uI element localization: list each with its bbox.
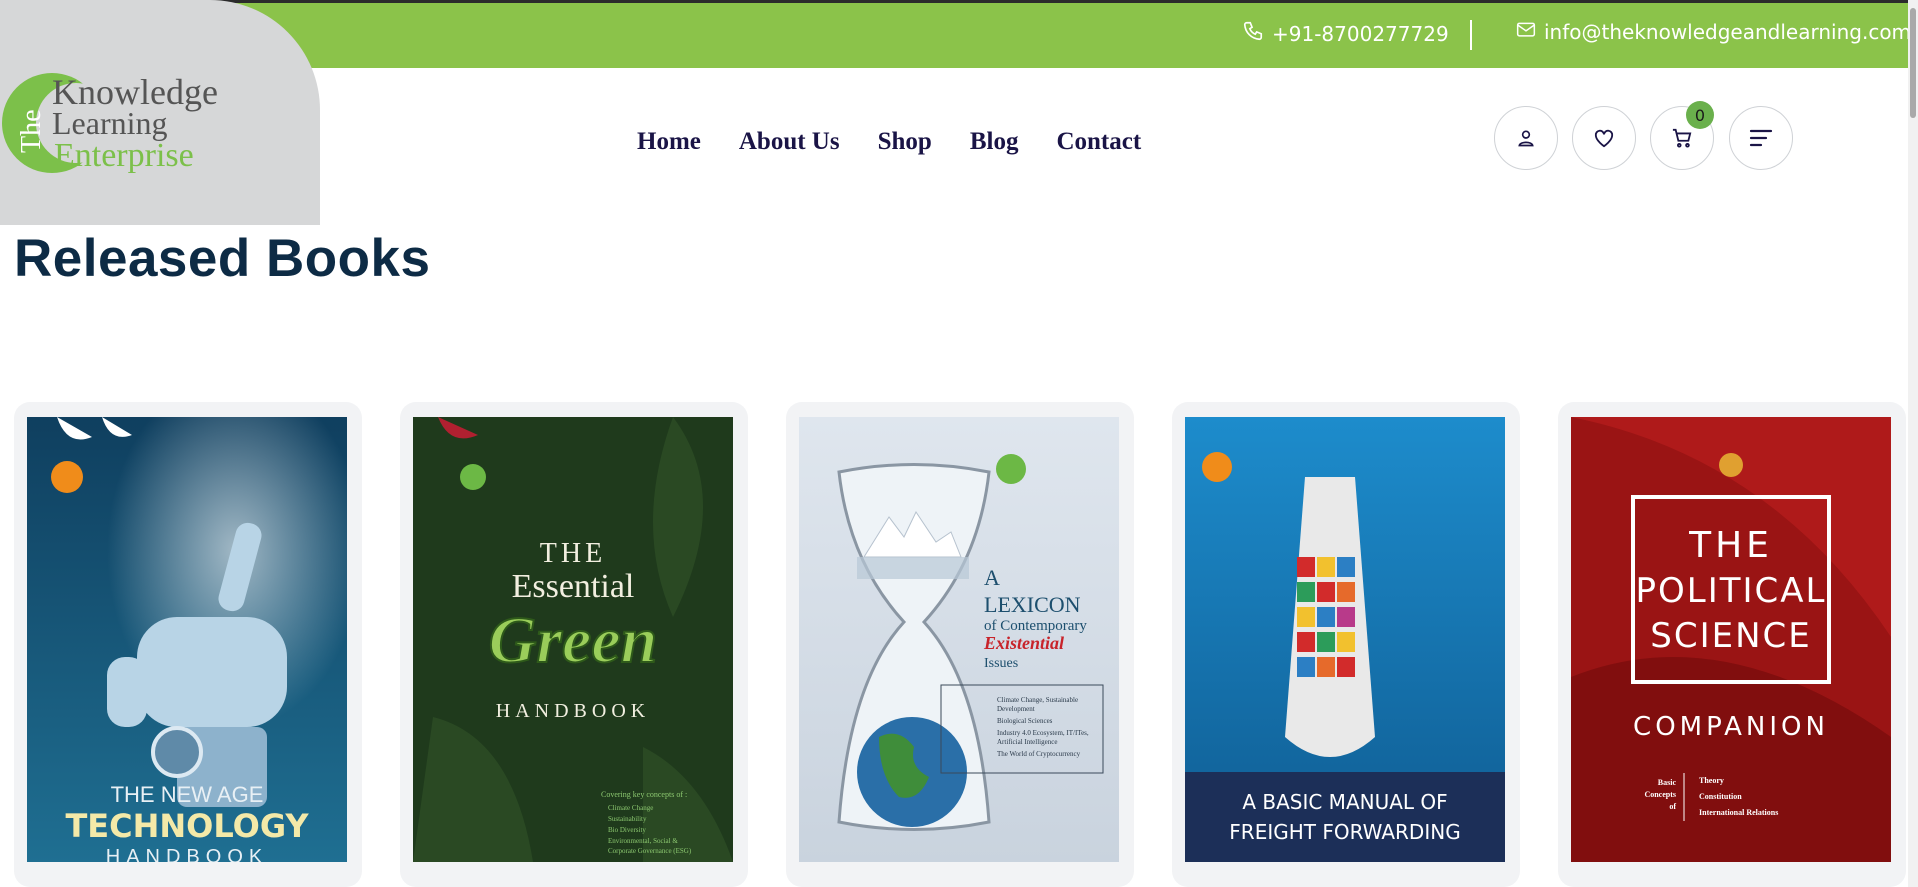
nav-shop[interactable]: Shop [878, 128, 932, 156]
svg-text:LEXICON: LEXICON [984, 592, 1081, 617]
book-card-4[interactable]: A BASIC MANUAL OF FREIGHT FORWARDING [1172, 402, 1520, 887]
menu-icon [1749, 129, 1773, 147]
svg-text:FREIGHT FORWARDING: FREIGHT FORWARDING [1229, 820, 1460, 844]
account-button[interactable] [1494, 106, 1558, 170]
svg-text:COMPANION: COMPANION [1633, 712, 1829, 742]
svg-text:Bio Diversity: Bio Diversity [608, 826, 646, 834]
svg-text:HANDBOOK: HANDBOOK [106, 846, 268, 862]
svg-text:THE: THE [540, 538, 606, 569]
book-cover-2[interactable]: THE Essential Green HANDBOOK Covering ke… [413, 417, 733, 862]
svg-text:The World of Cryptocurrency: The World of Cryptocurrency [997, 750, 1081, 758]
wishlist-button[interactable] [1572, 106, 1636, 170]
cart-count-badge: 0 [1686, 101, 1714, 129]
svg-text:Learning: Learning [52, 105, 168, 141]
svg-text:SCIENCE: SCIENCE [1650, 616, 1812, 656]
phone-contact[interactable]: +91-8700277729 [1242, 20, 1449, 47]
svg-text:Industry 4.0 Ecosystem, IT/ITe: Industry 4.0 Ecosystem, IT/ITes, [997, 729, 1089, 737]
nav-home[interactable]: Home [637, 128, 701, 156]
svg-text:Development: Development [997, 705, 1035, 713]
svg-text:Existential: Existential [983, 633, 1064, 653]
user-icon [1518, 130, 1534, 147]
main-nav: Home About Us Shop Blog Contact [637, 128, 1141, 156]
nav-blog[interactable]: Blog [970, 128, 1019, 156]
svg-text:Sustainability: Sustainability [608, 815, 647, 823]
svg-text:Biological Sciences: Biological Sciences [997, 717, 1053, 725]
svg-text:Green: Green [489, 604, 658, 677]
svg-text:A BASIC MANUAL OF: A BASIC MANUAL OF [1242, 790, 1447, 814]
svg-text:of Contemporary: of Contemporary [984, 618, 1087, 634]
email-address: info@theknowledgeandlearning.com [1544, 20, 1912, 44]
svg-text:Environmental, Social &: Environmental, Social & [608, 837, 678, 845]
nav-about-us[interactable]: About Us [739, 128, 840, 156]
svg-text:THE: THE [1688, 525, 1773, 566]
book-cover-5[interactable]: THE POLITICAL SCIENCE COMPANION Basic Co… [1571, 417, 1891, 862]
heart-icon [1594, 129, 1614, 148]
svg-text:Essential: Essential [512, 568, 635, 605]
email-contact[interactable]: info@theknowledgeandlearning.com [1516, 20, 1911, 44]
svg-text:Enterprise: Enterprise [54, 137, 194, 174]
scrollbar-thumb[interactable] [1910, 8, 1916, 118]
phone-number: +91-8700277729 [1272, 21, 1449, 46]
book-cover-4[interactable]: A BASIC MANUAL OF FREIGHT FORWARDING [1185, 417, 1505, 862]
page-scrollbar[interactable] [1908, 0, 1918, 887]
menu-button[interactable] [1729, 106, 1793, 170]
nav-contact[interactable]: Contact [1056, 128, 1141, 156]
page-title: Released Books [14, 229, 431, 288]
svg-text:of: of [1669, 802, 1676, 811]
svg-text:The: The [16, 109, 47, 153]
svg-text:Climate Change, Sustainable: Climate Change, Sustainable [997, 696, 1078, 704]
svg-text:Theory: Theory [1699, 776, 1724, 785]
svg-text:Climate Change: Climate Change [608, 804, 653, 812]
svg-text:Basic: Basic [1658, 778, 1677, 787]
book-card-3[interactable]: A LEXICON of Contemporary Existential Is… [786, 402, 1134, 887]
svg-text:Artificial Intelligence: Artificial Intelligence [997, 738, 1057, 746]
book-card-2[interactable]: THE Essential Green HANDBOOK Covering ke… [400, 402, 748, 887]
cart-icon [1672, 128, 1692, 148]
svg-text:Corporate Governance (ESG): Corporate Governance (ESG) [608, 847, 692, 855]
svg-text:Covering key concepts of :: Covering key concepts of : [601, 790, 687, 799]
svg-text:POLITICAL: POLITICAL [1636, 571, 1827, 611]
svg-text:Issues: Issues [984, 656, 1018, 671]
site-logo[interactable]: The Knowledge Learning Enterprise [2, 68, 232, 188]
svg-text:Constitution: Constitution [1699, 792, 1742, 801]
svg-text:THE NEW AGE: THE NEW AGE [111, 782, 264, 807]
mail-icon [1516, 20, 1536, 44]
svg-text:TECHNOLOGY: TECHNOLOGY [65, 807, 309, 845]
book-card-5[interactable]: THE POLITICAL SCIENCE COMPANION Basic Co… [1558, 402, 1906, 887]
svg-text:International Relations: International Relations [1699, 808, 1778, 817]
book-cover-1[interactable]: THE NEW AGE TECHNOLOGY HANDBOOK [27, 417, 347, 862]
phone-icon [1242, 20, 1264, 47]
contact-divider [1470, 20, 1472, 50]
book-cover-3[interactable]: A LEXICON of Contemporary Existential Is… [799, 417, 1119, 862]
svg-text:A: A [984, 565, 1000, 590]
book-card-1[interactable]: THE NEW AGE TECHNOLOGY HANDBOOK [14, 402, 362, 887]
svg-text:Concepts: Concepts [1644, 790, 1676, 799]
svg-text:HANDBOOK: HANDBOOK [496, 700, 650, 722]
